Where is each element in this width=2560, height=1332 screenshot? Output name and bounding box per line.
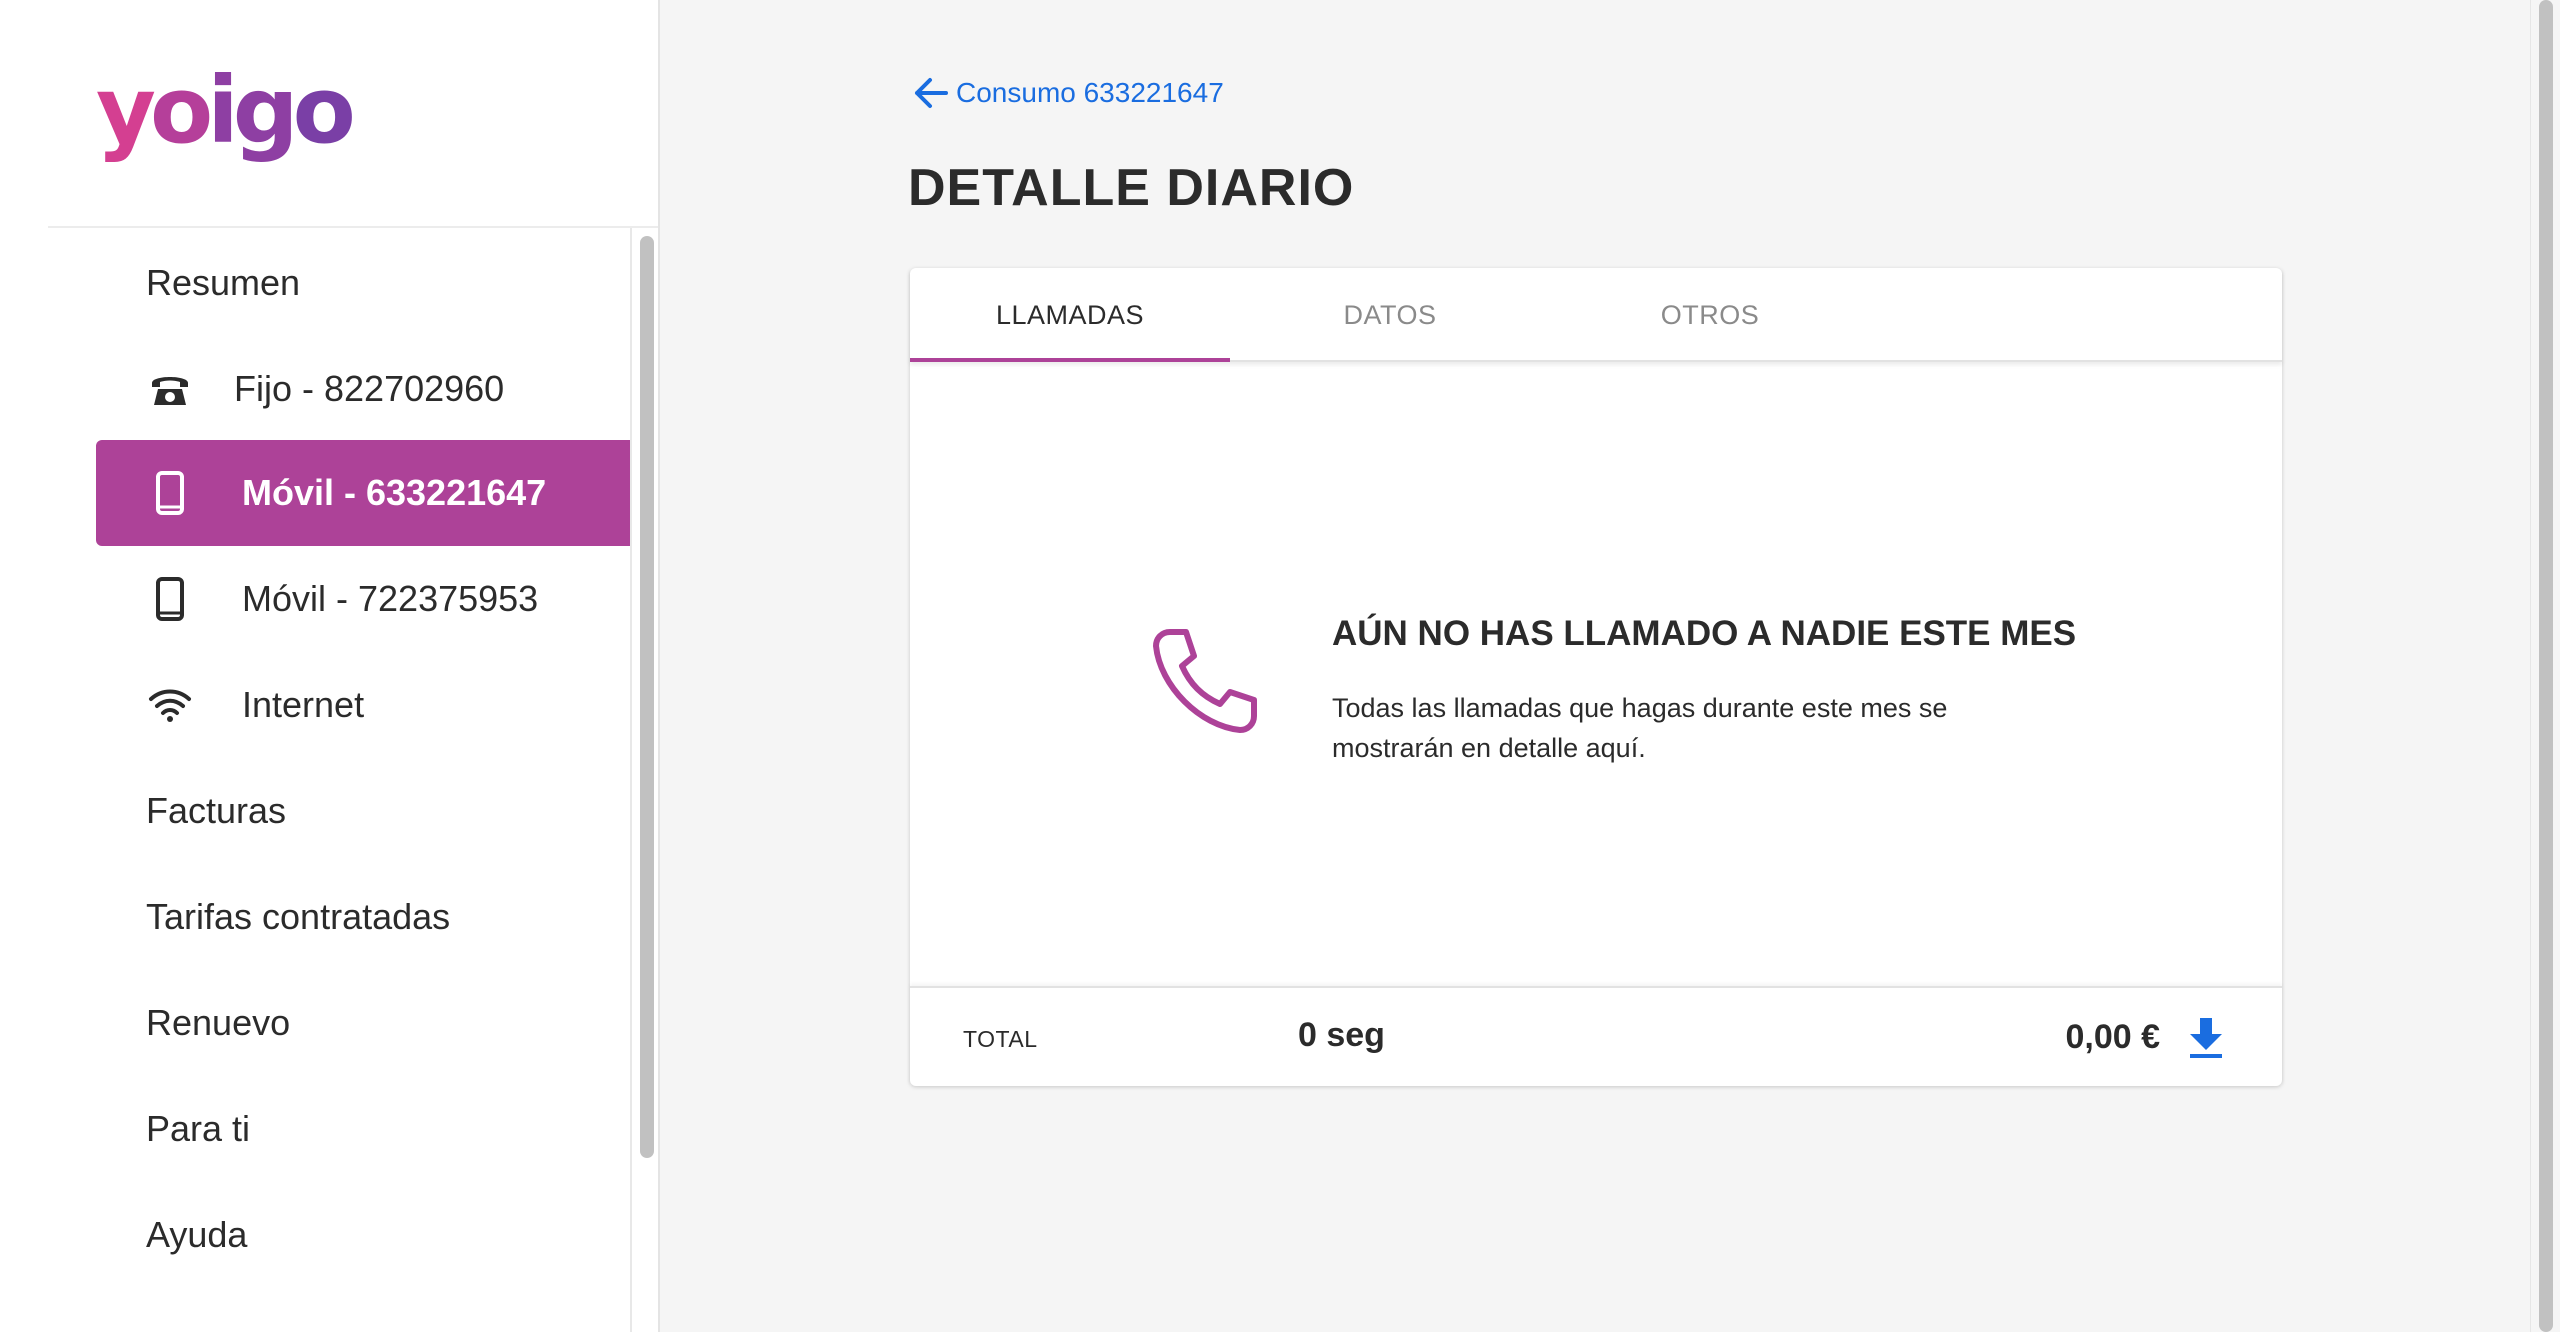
sidebar-item-para-ti[interactable]: Para ti	[96, 1076, 630, 1182]
sidebar-item-ayuda[interactable]: Ayuda	[96, 1182, 630, 1288]
tab-llamadas[interactable]: LLAMADAS	[910, 268, 1230, 362]
sidebar-divider	[48, 226, 658, 228]
page-title: DETALLE DIARIO	[908, 159, 1355, 217]
mobile-phone-icon	[146, 575, 194, 623]
sidebar-scrollbar-thumb[interactable]	[640, 236, 654, 1158]
total-row: TOTAL 0 seg 0,00 €	[910, 986, 2282, 1086]
total-duration: 0 seg	[1298, 1016, 1385, 1054]
phone-icon	[1148, 624, 1260, 736]
wifi-icon	[146, 681, 194, 729]
window-scrollbar[interactable]	[2530, 0, 2560, 1332]
sidebar-scrollbar[interactable]	[630, 228, 658, 1332]
sidebar-item-label: Facturas	[146, 790, 287, 831]
sidebar-item-label: Ayuda	[146, 1214, 248, 1255]
sidebar-item-movil-722375953[interactable]: Móvil - 722375953	[96, 546, 630, 652]
window-scrollbar-thumb[interactable]	[2539, 0, 2553, 1332]
sidebar-item-facturas[interactable]: Facturas	[96, 758, 630, 864]
sidebar-item-tarifas[interactable]: Tarifas contratadas	[96, 864, 630, 970]
yoigo-logo[interactable]: yoigo	[96, 65, 356, 157]
sidebar-item-label: Para ti	[146, 1108, 251, 1149]
tab-datos[interactable]: DATOS	[1230, 268, 1550, 362]
sidebar-item-label: Internet	[242, 684, 365, 725]
sidebar-item-movil-633221647[interactable]: Móvil - 633221647	[96, 440, 630, 546]
mobile-phone-icon	[146, 469, 194, 517]
download-icon[interactable]	[2186, 1016, 2226, 1060]
tab-bar: LLAMADAS DATOS OTROS	[910, 268, 2282, 362]
back-link-label: Consumo 633221647	[956, 77, 1224, 108]
sidebar-item-label: Resumen	[146, 262, 301, 303]
sidebar-item-fijo[interactable]: Fijo - 822702960	[96, 336, 630, 442]
empty-state-description: Todas las llamadas que hagas durante est…	[1332, 693, 1948, 763]
tab-otros[interactable]: OTROS	[1550, 268, 1870, 362]
sidebar-item-renuevo[interactable]: Renuevo	[96, 970, 630, 1076]
sidebar-item-label: Renuevo	[146, 1002, 291, 1043]
tab-label: LLAMADAS	[995, 299, 1145, 330]
landline-phone-icon	[146, 365, 194, 413]
sidebar: yoigo Resumen Fijo - 822702960 Móvil - 6…	[0, 0, 660, 1332]
sidebar-item-label: Tarifas contratadas	[146, 896, 451, 937]
empty-state-title: AÚN NO HAS LLAMADO A NADIE ESTE MES	[1332, 614, 2077, 653]
back-link[interactable]: Consumo 633221647	[912, 76, 1224, 110]
tab-label: OTROS	[1660, 299, 1760, 330]
total-amount: 0,00 €	[2065, 1018, 2160, 1056]
detail-card: LLAMADAS DATOS OTROS AÚN NO HAS LLAMADO …	[910, 268, 2282, 1086]
sidebar-item-resumen[interactable]: Resumen	[96, 230, 630, 336]
tab-label: DATOS	[1343, 299, 1437, 330]
sidebar-item-internet[interactable]: Internet	[96, 652, 630, 758]
arrow-left-icon	[915, 78, 948, 108]
total-label: TOTAL	[963, 1026, 1038, 1052]
active-tab-indicator	[910, 358, 1230, 362]
